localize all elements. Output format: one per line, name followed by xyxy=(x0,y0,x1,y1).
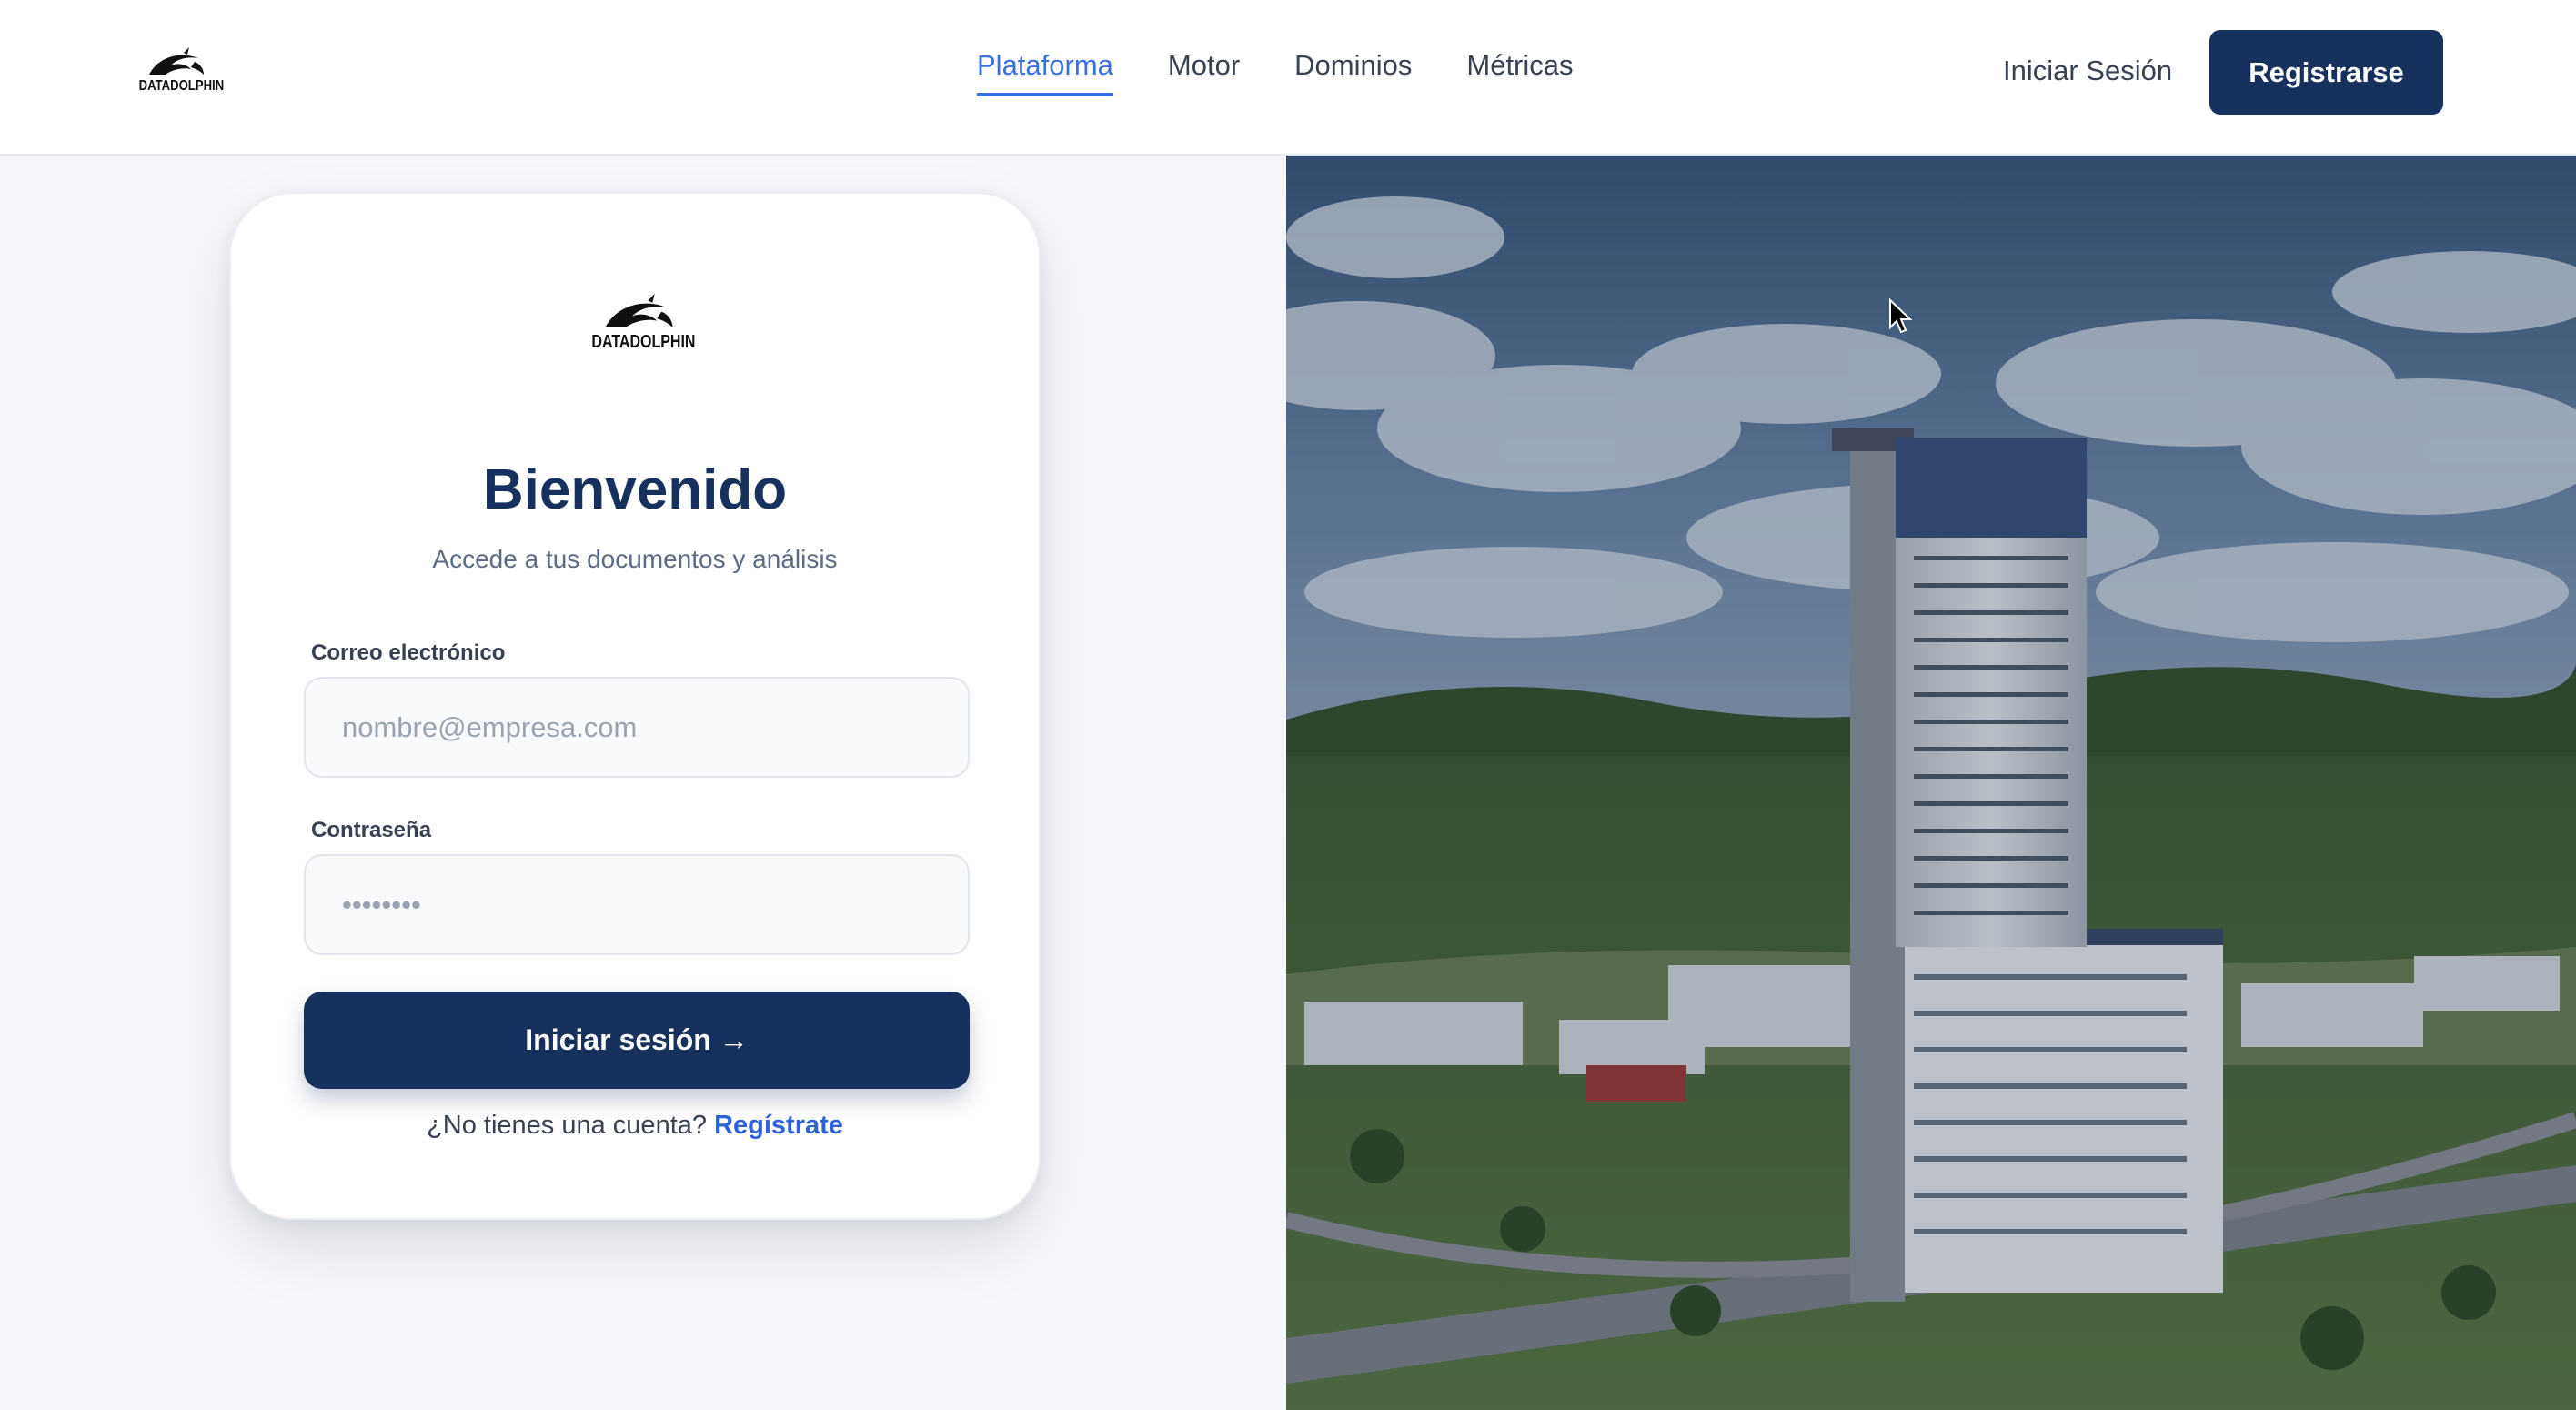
nav-item-metricas[interactable]: Métricas xyxy=(1466,49,1573,96)
password-label: Contraseña xyxy=(311,818,432,842)
nav-item-plataforma[interactable]: Plataforma xyxy=(977,49,1113,96)
login-subtitle: Accede a tus documentos y análisis xyxy=(432,545,838,573)
email-field[interactable] xyxy=(304,677,970,778)
login-card: DATADOLPHIN Bienvenido Accede a tus docu… xyxy=(229,192,1041,1220)
card-brand-logo: DATADOLPHIN xyxy=(580,294,696,358)
card-brand-wordmark: DATADOLPHIN xyxy=(591,332,696,352)
header-login-link[interactable]: Iniciar Sesión xyxy=(2003,55,2172,87)
signup-link[interactable]: Regístrate xyxy=(714,1111,843,1140)
dolphin-logo-icon xyxy=(149,47,204,75)
signup-prompt-text: ¿No tienes una cuenta? xyxy=(427,1111,708,1140)
login-panel: DATADOLPHIN Bienvenido Accede a tus docu… xyxy=(0,156,1286,1410)
top-header: DATADOLPHIN Plataforma Motor Dominios Mé… xyxy=(0,0,2576,156)
brand-wordmark: DATADOLPHIN xyxy=(138,78,225,94)
signup-prompt: ¿No tienes una cuenta? Regístrate xyxy=(231,1111,1039,1141)
mouse-cursor-icon xyxy=(1889,298,1912,334)
brand-logo[interactable]: DATADOLPHIN xyxy=(131,47,225,100)
signin-button[interactable]: Iniciar sesión → xyxy=(304,992,970,1089)
email-label: Correo electrónico xyxy=(311,640,506,665)
nav-item-dominios[interactable]: Dominios xyxy=(1294,49,1412,96)
password-field[interactable] xyxy=(304,854,970,955)
header-register-button[interactable]: Registrarse xyxy=(2209,30,2443,115)
city-tower-illustration xyxy=(1286,156,2576,1410)
login-title: Bienvenido xyxy=(482,458,788,521)
hero-image xyxy=(1286,156,2576,1410)
dolphin-logo-icon xyxy=(605,294,673,328)
nav-item-motor[interactable]: Motor xyxy=(1168,49,1240,96)
main-nav: Plataforma Motor Dominios Métricas xyxy=(977,49,1628,96)
